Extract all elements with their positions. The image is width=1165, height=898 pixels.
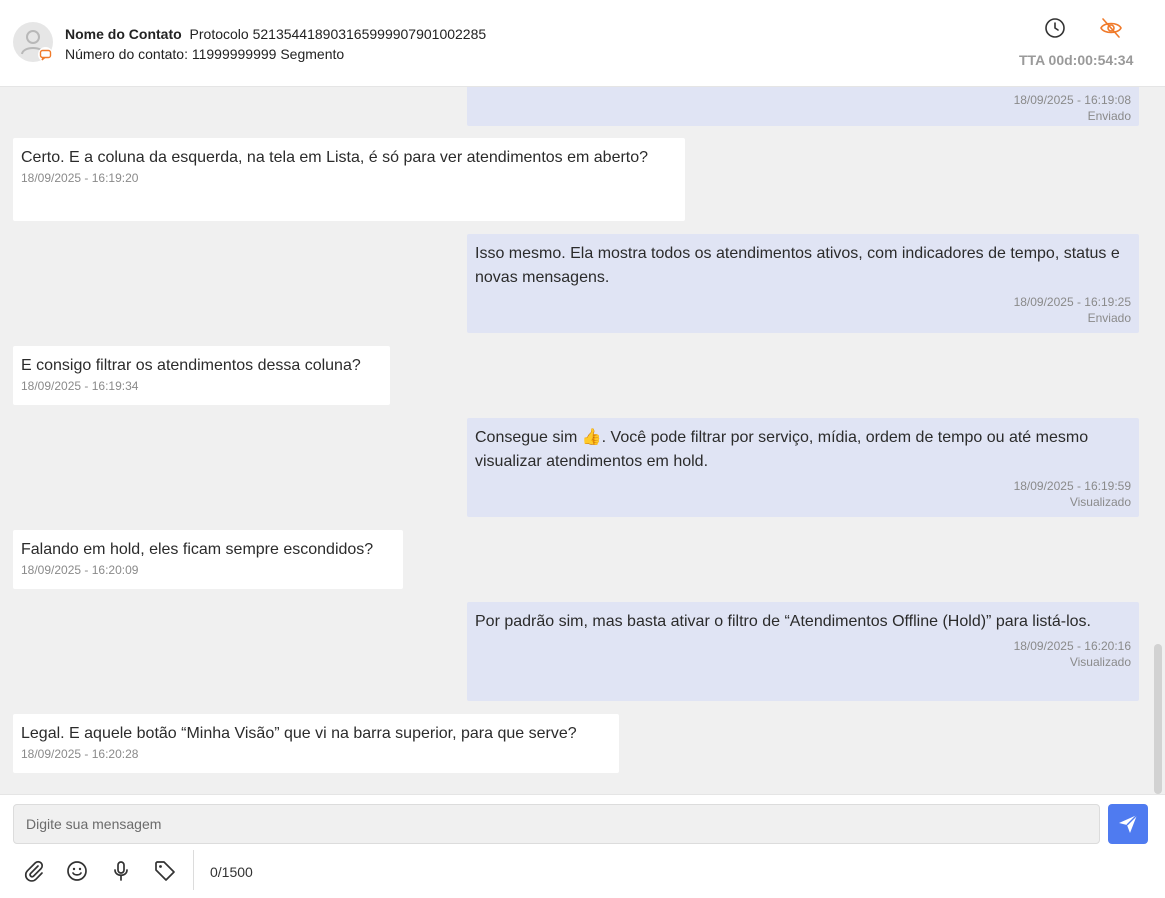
paperclip-icon[interactable] [22, 859, 46, 883]
chat-badge-icon [38, 47, 53, 62]
contact-name: Nome do Contato [65, 26, 182, 42]
contact-info: Nome do Contato Protocolo 52135441890316… [65, 26, 486, 42]
send-icon [1119, 814, 1138, 833]
message-bubble-incoming: Legal. E aquele botão “Minha Visão” que … [13, 714, 619, 773]
message-bubble-outgoing: 18/09/2025 - 16:19:08 Enviado [467, 87, 1139, 126]
message-status: Visualizado [1069, 655, 1131, 669]
message-time: 18/09/2025 - 16:19:59 [1013, 479, 1131, 493]
message-bubble-incoming: E consigo filtrar os atendimentos dessa … [13, 346, 390, 405]
message-bubble-outgoing: Isso mesmo. Ela mostra todos os atendime… [467, 234, 1139, 333]
message-text: Consegue sim 👍. Você pode filtrar por se… [475, 429, 1089, 470]
message-time: 18/09/2025 - 16:20:28 [21, 747, 139, 761]
message-status: Enviado [1087, 109, 1131, 123]
tag-icon[interactable] [153, 859, 177, 883]
send-button[interactable] [1108, 804, 1148, 844]
message-time: 18/09/2025 - 16:19:34 [21, 379, 139, 393]
message-bubble-incoming: Falando em hold, eles ficam sempre escon… [13, 530, 403, 589]
tta-timer: TTA 00d:00:54:34 [1019, 52, 1134, 68]
message-list[interactable]: 18/09/2025 - 16:19:08 Enviado Certo. E a… [0, 87, 1165, 794]
message-bubble-outgoing: Consegue sim 👍. Você pode filtrar por se… [467, 418, 1139, 517]
message-text: Falando em hold, eles ficam sempre escon… [21, 541, 374, 558]
message-time: 18/09/2025 - 16:19:25 [1013, 295, 1131, 309]
contact-number: Número do contato: 11999999999 Segmento [65, 46, 345, 62]
message-bubble-incoming: Certo. E a coluna da esquerda, na tela e… [13, 138, 685, 221]
message-status: Enviado [1087, 311, 1131, 325]
scrollbar-thumb[interactable] [1154, 644, 1162, 794]
emoji-icon[interactable] [65, 859, 89, 883]
message-time: 18/09/2025 - 16:20:09 [21, 563, 139, 577]
eye-off-icon[interactable] [1099, 17, 1122, 39]
protocol-number: Protocolo 52135441890316599990790100228 [189, 26, 479, 42]
message-text: Isso mesmo. Ela mostra todos os atendime… [475, 245, 1120, 286]
contact-avatar [13, 22, 53, 62]
chat-header: Nome do Contato Protocolo 52135441890316… [0, 0, 1165, 87]
message-text: Legal. E aquele botão “Minha Visão” que … [21, 725, 577, 742]
clock-icon[interactable] [1044, 17, 1066, 39]
message-time: 18/09/2025 - 16:19:08 [1013, 93, 1131, 107]
message-text: Por padrão sim, mas basta ativar o filtr… [475, 613, 1091, 630]
message-composer: 0/1500 [0, 794, 1165, 898]
protocol-number-suffix: 5 [478, 26, 487, 42]
character-counter: 0/1500 [210, 864, 253, 880]
message-text: E consigo filtrar os atendimentos dessa … [21, 357, 361, 374]
microphone-icon[interactable] [109, 859, 133, 883]
message-text: Certo. E a coluna da esquerda, na tela e… [21, 149, 649, 166]
toolbar-divider [193, 850, 194, 890]
message-bubble-outgoing: Por padrão sim, mas basta ativar o filtr… [467, 602, 1139, 701]
message-time: 18/09/2025 - 16:20:16 [1013, 639, 1131, 653]
message-status: Visualizado [1069, 495, 1131, 509]
message-time: 18/09/2025 - 16:19:20 [21, 171, 139, 185]
message-input[interactable] [13, 804, 1100, 844]
